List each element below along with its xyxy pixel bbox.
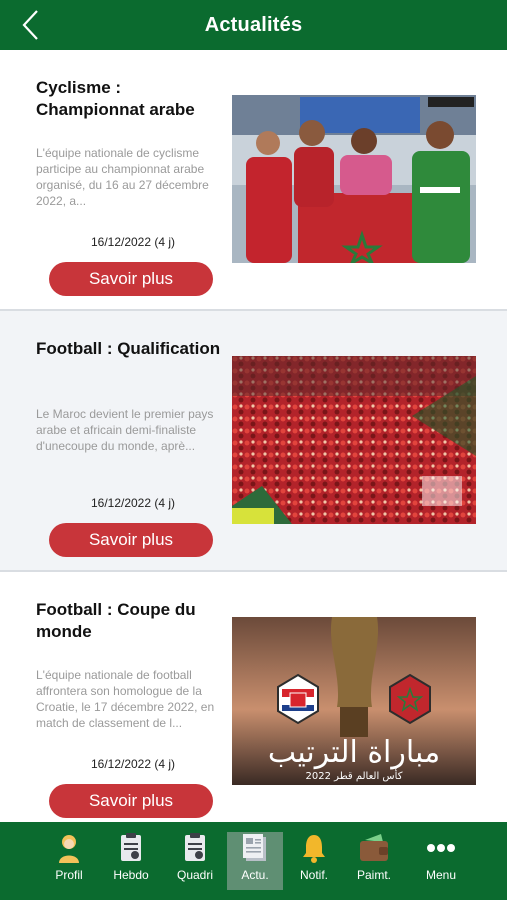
news-title: Football : Qualification — [36, 339, 221, 358]
stadium-crowd-photo — [232, 356, 476, 524]
bell-icon — [303, 835, 325, 863]
news-date: 16/12/2022 (4 j) — [90, 496, 176, 510]
tab-label: Notif. — [299, 868, 328, 882]
tab-label: Profil — [55, 868, 83, 882]
tab-label: Actu. — [241, 868, 269, 882]
tab-quadri[interactable]: Quadri — [167, 832, 223, 890]
news-card: Football : Coupe du monde L'équipe natio… — [0, 572, 507, 822]
read-more-button[interactable]: Savoir plus — [49, 523, 213, 557]
news-card: Football : Qualification Le Maroc devien… — [0, 311, 507, 572]
page-title: Actualités — [204, 13, 303, 36]
news-card: Cyclisme : Championnat arabe L'équipe na… — [0, 50, 507, 311]
cyclists-photo — [232, 95, 476, 263]
news-title: Cyclisme : Championnat arabe — [36, 78, 195, 119]
tab-hebdo[interactable]: Hebdo — [103, 832, 159, 890]
news-title: Football : Coupe du monde — [36, 600, 196, 641]
tab-actu[interactable]: Actu. — [227, 832, 283, 890]
world-cup-poster: مباراة الترتيب كأس العالم قطر 2022 — [232, 617, 476, 785]
news-image[interactable]: مباراة الترتيب كأس العالم قطر 2022 — [232, 617, 476, 785]
poster-title: مباراة الترتيب — [268, 735, 440, 770]
news-date: 16/12/2022 (4 j) — [90, 757, 176, 771]
tab-label: Quadri — [176, 868, 214, 882]
tab-notif[interactable]: Notif. — [286, 832, 342, 890]
news-date: 16/12/2022 (4 j) — [90, 235, 176, 249]
bottom-tab-bar: Profil Hebdo Quadri Actu. Notif. Paimt. … — [0, 822, 507, 900]
more-icon — [427, 844, 455, 852]
chevron-left-icon — [22, 10, 38, 40]
news-feed[interactable]: Cyclisme : Championnat arabe L'équipe na… — [0, 50, 507, 822]
back-button[interactable] — [14, 8, 48, 42]
read-more-button[interactable]: Savoir plus — [49, 262, 213, 296]
news-image[interactable] — [232, 356, 476, 524]
tab-label: Hebdo — [113, 868, 149, 882]
news-excerpt: L'équipe nationale de football affronter… — [36, 668, 215, 730]
news-image[interactable] — [232, 95, 476, 263]
news-excerpt: Le Maroc devient le premier pays arabe e… — [36, 407, 214, 453]
tab-label: Paimt. — [356, 868, 391, 882]
tab-paiement[interactable]: Paimt. — [346, 832, 402, 890]
tab-label: Menu — [425, 868, 457, 882]
tab-profil[interactable]: Profil — [41, 832, 97, 890]
weekly-doc-icon — [121, 833, 141, 861]
clipboard-icon — [185, 833, 205, 861]
poster-subtitle: كأس العالم قطر 2022 — [306, 768, 403, 782]
news-excerpt: L'équipe nationale de cyclisme participe… — [36, 146, 209, 208]
tab-menu[interactable]: Menu — [413, 832, 469, 890]
wallet-icon — [360, 834, 388, 861]
app-header: Actualités — [0, 0, 507, 50]
profile-icon — [59, 835, 79, 863]
news-icon — [243, 834, 266, 861]
read-more-button[interactable]: Savoir plus — [49, 784, 213, 818]
